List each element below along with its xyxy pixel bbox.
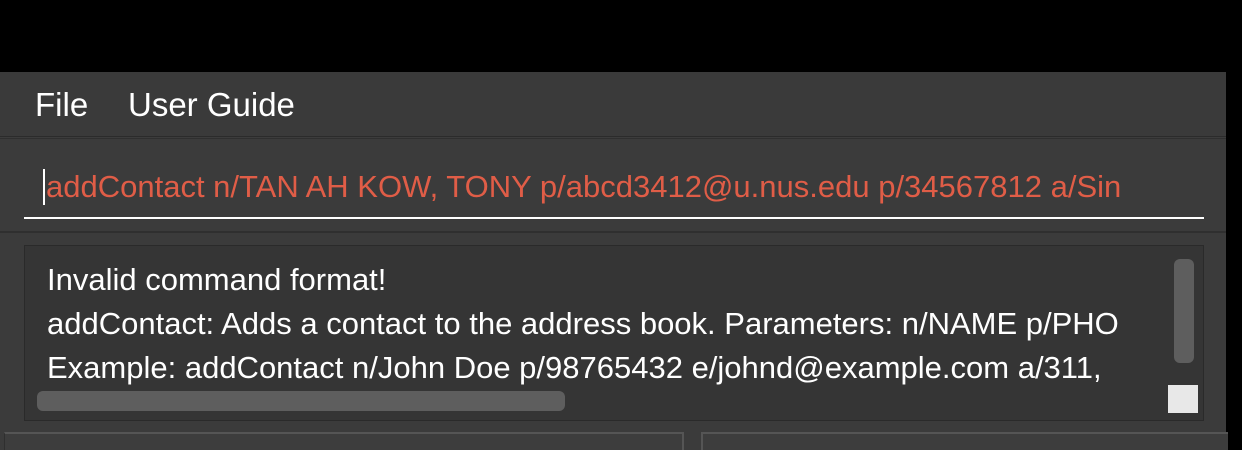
result-line-example: Example: addContact n/John Doe p/9876543… <box>47 350 1102 385</box>
command-box: addContact n/TAN AH KOW, TONY p/abcd3412… <box>0 138 1226 232</box>
list-panels <box>0 432 1228 450</box>
result-line-usage: addContact: Adds a contact to the addres… <box>47 306 1119 341</box>
menu-file[interactable]: File <box>35 86 88 124</box>
scroll-corner <box>1168 385 1198 413</box>
menu-user-guide[interactable]: User Guide <box>128 86 295 124</box>
command-input[interactable]: addContact n/TAN AH KOW, TONY p/abcd3412… <box>24 159 1204 219</box>
result-display-panel: Invalid command format! addContact: Adds… <box>0 232 1226 433</box>
menu-bar: File User Guide <box>0 72 1226 137</box>
app-window: File User Guide addContact n/TAN AH KOW,… <box>0 72 1228 450</box>
result-line-error: Invalid command format! <box>47 262 387 297</box>
vertical-scrollbar[interactable] <box>1174 259 1194 363</box>
left-list-panel[interactable] <box>4 432 684 450</box>
right-list-panel[interactable] <box>701 432 1228 450</box>
result-display[interactable]: Invalid command format! addContact: Adds… <box>24 245 1204 421</box>
screen: File User Guide addContact n/TAN AH KOW,… <box>0 0 1242 450</box>
text-caret <box>43 169 45 205</box>
horizontal-scrollbar[interactable] <box>37 391 565 411</box>
command-input-text: addContact n/TAN AH KOW, TONY p/abcd3412… <box>46 169 1122 204</box>
